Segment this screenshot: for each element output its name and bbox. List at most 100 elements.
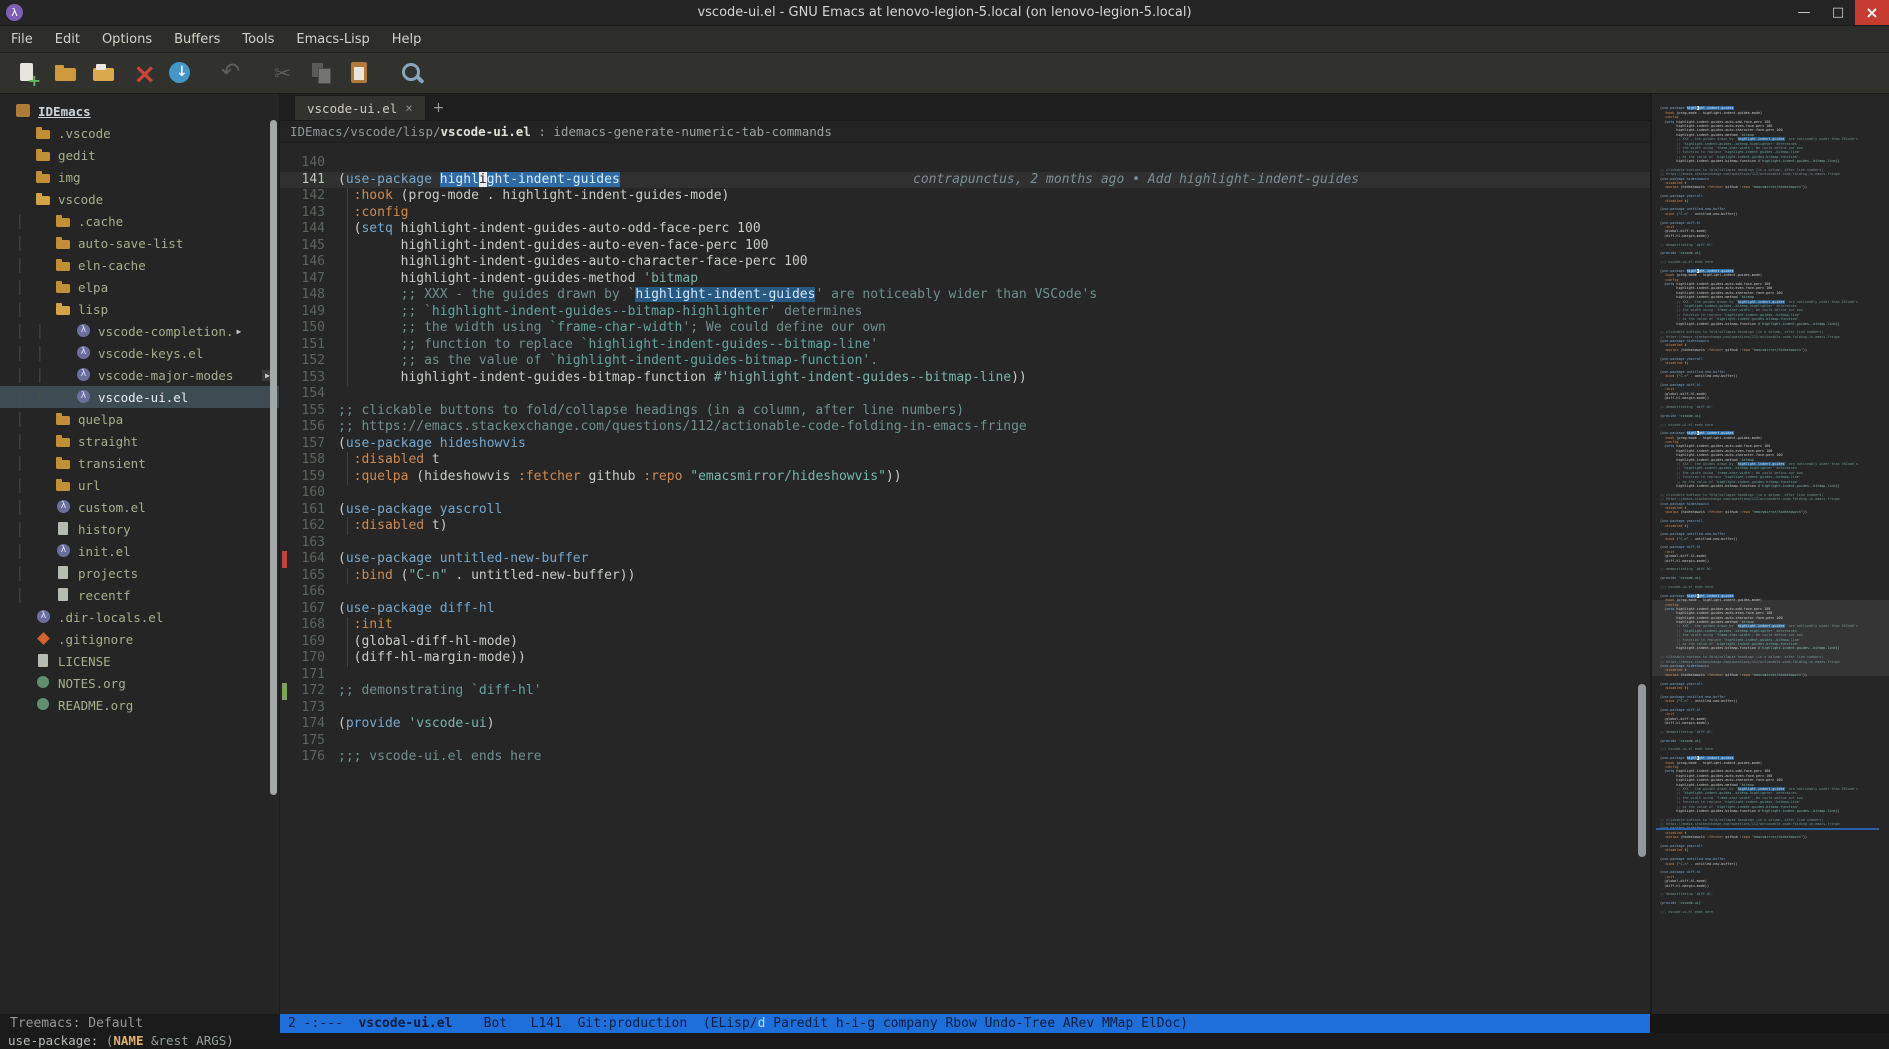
code-line[interactable]: 147 highlight-indent-guides-method 'bitm… (280, 271, 1650, 288)
tree-item-vscode-major-modes[interactable]: ││vscode-major-modes▶ (0, 364, 279, 386)
maximize-button[interactable]: □ (1821, 0, 1855, 25)
tree-item-quelpa[interactable]: │quelpa (0, 408, 279, 430)
code-line[interactable]: 154 (280, 386, 1650, 403)
tree-item-label: lisp (78, 302, 108, 317)
line-number: 166 (287, 584, 338, 601)
toolbar-open-file-button[interactable] (48, 56, 84, 90)
code-line[interactable]: 174(provide 'vscode-ui) (280, 716, 1650, 733)
code-line[interactable]: 163 (280, 535, 1650, 552)
code-line[interactable]: 145 highlight-indent-guides-auto-even-fa… (280, 238, 1650, 255)
code-token: :hook (1664, 761, 1674, 765)
minimap[interactable]: (use-package highlight-indent-guides :ho… (1650, 94, 1889, 1014)
menu-edit[interactable]: Edit (44, 26, 91, 53)
tree-item-recentf[interactable]: │recentf (0, 584, 279, 606)
close-button[interactable]: × (1855, 0, 1889, 25)
code-token: highlight-indent-guides--bitmap-line (1725, 313, 1799, 317)
tree-item-eln-cache[interactable]: │eln-cache (0, 254, 279, 276)
code-line[interactable]: 140 (280, 155, 1650, 172)
toolbar-save-buffer-button[interactable] (162, 56, 198, 90)
code-line[interactable]: 141(use-package highlight-indent-guidesc… (280, 172, 1650, 189)
code-line[interactable]: 142 :hook (prog-mode . highlight-indent-… (280, 188, 1650, 205)
code-line[interactable]: 158 :disabled t (280, 452, 1650, 469)
tree-item-transient[interactable]: │transient (0, 452, 279, 474)
code-line[interactable]: 144 (setq highlight-indent-guides-auto-o… (280, 221, 1650, 238)
tree-item-url[interactable]: │url (0, 474, 279, 496)
tree-item-elpa[interactable]: │elpa (0, 276, 279, 298)
tree-item-auto-save-list[interactable]: │auto-save-list (0, 232, 279, 254)
menu-emacs-lisp[interactable]: Emacs-Lisp (285, 26, 380, 53)
code-line[interactable]: 168 :init (280, 617, 1650, 634)
toolbar-paste-button[interactable] (342, 56, 378, 90)
menu-file[interactable]: File (0, 26, 44, 53)
code-line[interactable]: 173 (280, 700, 1650, 717)
tree-item-gedit[interactable]: gedit (0, 144, 279, 166)
toolbar-search-button[interactable] (394, 56, 430, 90)
tab-close-icon[interactable]: × (405, 101, 412, 115)
code-line[interactable]: 169 (global-diff-hl-mode) (280, 634, 1650, 651)
code-line[interactable]: 150 ;; the width using `frame-char-width… (280, 320, 1650, 337)
tree-item-IDEmacs[interactable]: IDEmacs (0, 100, 279, 122)
code-line[interactable]: 146 highlight-indent-guides-auto-charact… (280, 254, 1650, 271)
code-line[interactable]: 153 highlight-indent-guides-bitmap-funct… (280, 370, 1650, 387)
menu-help[interactable]: Help (381, 26, 433, 53)
menu-tools[interactable]: Tools (231, 26, 285, 53)
code-line[interactable]: 165 :bind ("C-n" . untitled-new-buffer)) (280, 568, 1650, 585)
code-token: '; We could define our own (1750, 471, 1803, 475)
tree-item-.dir-locals.el[interactable]: .dir-locals.el (0, 606, 279, 628)
tree-item-NOTES.org[interactable]: NOTES.org (0, 672, 279, 694)
code-line[interactable]: 155;; clickable buttons to fold/collapse… (280, 403, 1650, 420)
code-token: use-package (346, 172, 432, 187)
menu-options[interactable]: Options (91, 26, 163, 53)
code-line[interactable]: 157(use-package hideshowvis (280, 436, 1650, 453)
code-line[interactable]: 143 :config (280, 205, 1650, 222)
tree-item-history[interactable]: │history (0, 518, 279, 540)
code-line[interactable]: 161(use-package yascroll (280, 502, 1650, 519)
code-line[interactable]: 166 (280, 584, 1650, 601)
tree-item-label: gedit (58, 148, 96, 163)
tree-guide: │ (36, 346, 56, 361)
code-line[interactable]: 159 :quelpa (hideshowvis :fetcher github… (280, 469, 1650, 486)
code-line[interactable]: 160 (280, 485, 1650, 502)
tree-item-projects[interactable]: │projects (0, 562, 279, 584)
line-number: 140 (287, 155, 338, 172)
code-line[interactable]: 149 ;; `highlight-indent-guides--bitmap-… (280, 304, 1650, 321)
code-line[interactable]: 172;; demonstrating `diff-hl' (280, 683, 1650, 700)
code-token: . untitled-new-buffer)) (1689, 699, 1738, 703)
elisp-icon (76, 346, 92, 360)
code-line[interactable]: 162 :disabled t) (280, 518, 1650, 535)
tree-item-README.org[interactable]: README.org (0, 694, 279, 716)
code-line[interactable]: 164(use-package untitled-new-buffer (280, 551, 1650, 568)
tree-item-vscode-ui.el[interactable]: ││vscode-ui.el (0, 386, 279, 408)
tree-item-custom.el[interactable]: │custom.el (0, 496, 279, 518)
editor-scrollbar[interactable] (1638, 684, 1646, 857)
code-line[interactable]: 167(use-package diff-hl (280, 601, 1650, 618)
treemacs-scrollbar[interactable] (270, 120, 277, 795)
code-line[interactable]: 176;;; vscode-ui.el ends here (280, 749, 1650, 766)
tree-item-init.el[interactable]: │init.el (0, 540, 279, 562)
tree-item-.cache[interactable]: │.cache (0, 210, 279, 232)
code-line[interactable]: 171 (280, 667, 1650, 684)
new-tab-button[interactable]: + (426, 95, 452, 120)
toolbar-kill-buffer-button[interactable] (124, 56, 160, 90)
toolbar-new-file-button[interactable] (10, 56, 46, 90)
code-line[interactable]: 152 ;; as the value of `highlight-indent… (280, 353, 1650, 370)
tree-item-vscode-keys.el[interactable]: ││vscode-keys.el (0, 342, 279, 364)
tree-item-lisp[interactable]: │lisp (0, 298, 279, 320)
code-line[interactable]: 156;; https://emacs.stackexchange.com/qu… (280, 419, 1650, 436)
tree-item-vscode-completion.[interactable]: ││vscode-completion.▶ (0, 320, 279, 342)
tree-item-vscode[interactable]: vscode (0, 188, 279, 210)
code-line[interactable]: 175 (280, 733, 1650, 750)
code-line[interactable]: 151 ;; function to replace `highlight-in… (280, 337, 1650, 354)
code-line[interactable]: 170 (diff-hl-margin-mode)) (280, 650, 1650, 667)
minimize-button[interactable]: — (1787, 0, 1821, 25)
tree-item-img[interactable]: img (0, 166, 279, 188)
tree-item-LICENSE[interactable]: LICENSE (0, 650, 279, 672)
tree-item-.vscode[interactable]: .vscode (0, 122, 279, 144)
tab-vscode-ui[interactable]: vscode-ui.el × (294, 95, 426, 120)
menu-buffers[interactable]: Buffers (163, 26, 231, 53)
tree-item-.gitignore[interactable]: .gitignore (0, 628, 279, 650)
code-line[interactable]: 148 ;; XXX - the guides drawn by `highli… (280, 287, 1650, 304)
toolbar-dired-button[interactable] (86, 56, 122, 90)
eldoc-signature-rest: &rest ARGS) (143, 1033, 233, 1048)
tree-item-straight[interactable]: │straight (0, 430, 279, 452)
